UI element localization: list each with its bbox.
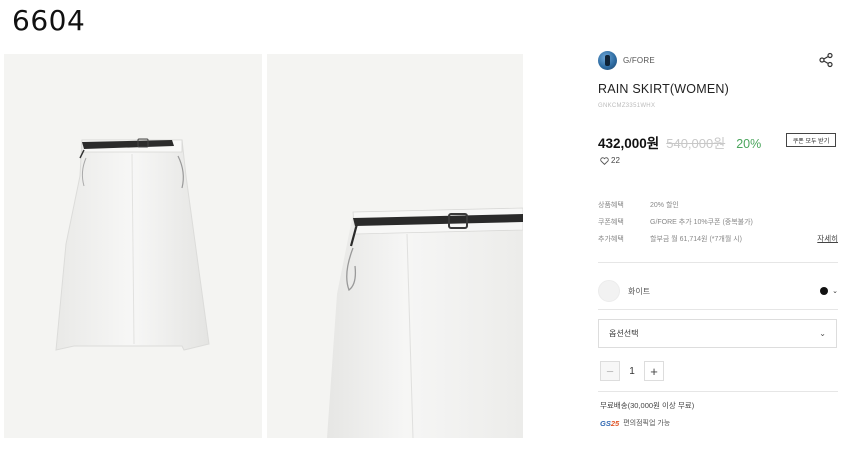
product-image-main[interactable] xyxy=(4,54,262,438)
benefits-list: 상품혜택 20% 할인 쿠폰혜택 G/FORE 추가 10%쿠폰 (중복불가) … xyxy=(598,196,838,247)
benefit-value: G/FORE 추가 10%쿠폰 (중복불가) xyxy=(650,218,753,226)
benefit-label: 상품혜택 xyxy=(598,201,624,209)
heart-icon[interactable] xyxy=(600,156,609,165)
benefit-label: 쿠폰혜택 xyxy=(598,218,624,226)
like-count: 22 xyxy=(611,156,620,165)
benefit-value: 할부금 월 61,714원 (*7개월 시) xyxy=(650,235,742,243)
divider xyxy=(598,391,838,392)
brand-name[interactable]: G/FORE xyxy=(623,56,655,65)
quantity-value[interactable]: 1 xyxy=(620,366,644,377)
color-name: 화이트 xyxy=(628,286,651,296)
benefit-details-link[interactable]: 자세히 xyxy=(817,233,838,244)
skirt-full-illustration xyxy=(55,138,210,351)
divider xyxy=(598,262,838,263)
gs25-logo: GS25 xyxy=(600,418,620,428)
product-title: RAIN SKIRT(WOMEN) xyxy=(598,82,729,96)
benefit-row-product: 상품혜택 20% 할인 xyxy=(598,196,838,213)
color-option[interactable]: 화이트 ⌄ xyxy=(598,279,838,303)
get-all-coupons-button[interactable]: 쿠폰 모두 받기 xyxy=(786,133,836,147)
skirt-detail-illustration xyxy=(327,207,523,438)
product-code: GNKCMZ3351WHX xyxy=(598,103,656,109)
color-swatch[interactable] xyxy=(598,280,620,302)
sale-price: 432,000원 xyxy=(598,136,660,151)
price-row: 432,000원 540,000원 20% xyxy=(598,132,761,152)
option-select-placeholder: 옵션선택 xyxy=(609,329,639,338)
quantity-increase-button[interactable]: + xyxy=(644,361,664,381)
quantity-stepper[interactable]: − 1 + xyxy=(600,361,664,381)
store-pickup-row: GS25 편의점픽업 가능 xyxy=(600,418,670,428)
benefit-row-coupon: 쿠폰혜택 G/FORE 추가 10%쿠폰 (중복불가) xyxy=(598,213,838,230)
brand-logo-icon[interactable] xyxy=(598,51,617,70)
discount-rate: 20% xyxy=(736,137,762,151)
brand-row[interactable]: G/FORE xyxy=(598,51,655,70)
like-row[interactable]: 22 xyxy=(600,156,620,165)
page-id: 6604 xyxy=(12,4,86,37)
option-select[interactable]: 옵션선택 ⌄ xyxy=(598,319,837,348)
chevron-down-icon: ⌄ xyxy=(819,329,826,338)
benefit-value: 20% 할인 xyxy=(650,201,679,209)
chevron-down-icon[interactable]: ⌄ xyxy=(832,287,838,295)
divider xyxy=(598,309,838,310)
benefit-row-extra: 추가혜택 할부금 월 61,714원 (*7개월 시) 자세히 xyxy=(598,230,838,247)
selected-color-dot[interactable] xyxy=(820,287,829,295)
quantity-decrease-button[interactable]: − xyxy=(600,361,620,381)
product-image-detail[interactable] xyxy=(267,54,523,438)
store-pickup-text: 편의점픽업 가능 xyxy=(623,420,671,427)
benefit-label: 추가혜택 xyxy=(598,235,624,243)
share-icon[interactable] xyxy=(818,52,834,68)
shipping-info: 무료배송(30,000원 이상 무료) xyxy=(600,401,695,410)
original-price: 540,000원 xyxy=(666,136,726,151)
